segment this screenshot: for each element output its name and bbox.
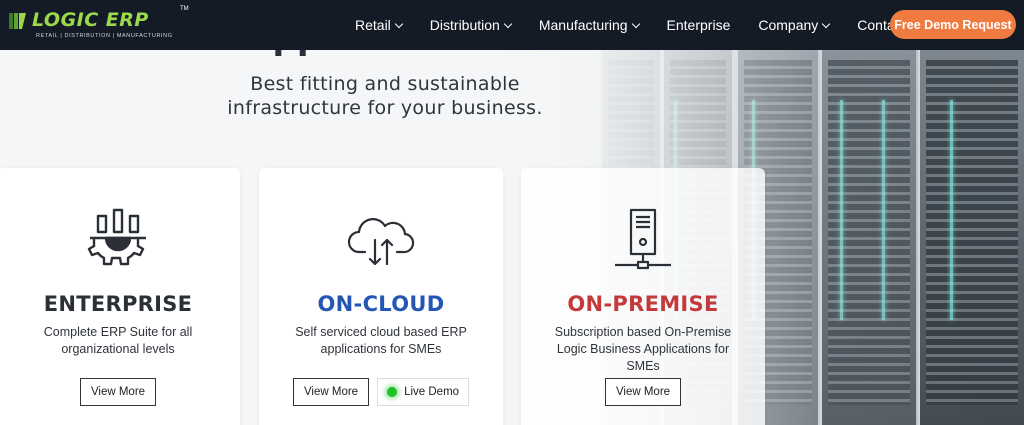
chevron-down-icon	[822, 19, 831, 28]
card-on-cloud: ON-CLOUD Self serviced cloud based ERP a…	[259, 168, 503, 425]
card-on-premise: ON-PREMISE Subscription based On-Premise…	[521, 168, 765, 425]
live-status-dot-icon	[387, 387, 398, 397]
card-buttons: View More Live Demo	[259, 378, 503, 406]
live-demo-button[interactable]: Live Demo	[377, 378, 470, 406]
server-network-icon	[615, 208, 671, 270]
hero-subtitle-line: Best fitting and sustainable	[250, 73, 520, 95]
view-more-button[interactable]: View More	[79, 378, 157, 406]
card-description: Complete ERP Suite for all organizationa…	[16, 324, 220, 358]
nav-label: Distribution	[429, 17, 500, 33]
card-buttons: View More	[521, 378, 765, 406]
card-description-line: Self serviced cloud based ERP	[295, 325, 467, 339]
card-description-line: applications for SMEs	[320, 342, 442, 356]
card-buttons: View More	[0, 378, 240, 406]
live-demo-label: Live Demo	[404, 386, 460, 398]
card-description: Subscription based On-Premise Logic Busi…	[541, 324, 745, 375]
card-title: ON-CLOUD	[317, 292, 445, 316]
nav-item-manufacturing[interactable]: Manufacturing	[538, 17, 640, 33]
nav-label: Enterprise	[666, 17, 731, 33]
card-description-line: Subscription based On-Premise	[554, 325, 732, 339]
chevron-down-icon	[394, 19, 404, 28]
card-description: Self serviced cloud based ERP applicatio…	[279, 324, 483, 358]
card-description-line: Complete ERP Suite for all	[43, 325, 193, 339]
hero-subtitle: Best fitting and sustainable infrastruct…	[220, 72, 550, 120]
logo[interactable]: LOGIC ERP TM RETAIL | DISTRIBUTION | MAN…	[8, 6, 190, 44]
nav-label: Manufacturing	[538, 17, 628, 33]
main-nav: Retail Distribution Manufacturing Enterp…	[355, 0, 952, 50]
nav-item-enterprise[interactable]: Enterprise	[667, 17, 731, 33]
nav-item-distribution[interactable]: Distribution	[429, 17, 513, 33]
view-more-button[interactable]: View More	[292, 378, 370, 406]
trademark: TM	[180, 6, 189, 12]
logo-mark-icon	[9, 13, 26, 29]
chevron-down-icon	[503, 19, 513, 28]
chevron-down-icon	[631, 19, 640, 28]
card-enterprise: ENTERPRISE Complete ERP Suite for all or…	[0, 168, 240, 425]
card-title: ON-PREMISE	[567, 292, 719, 316]
nav-item-company[interactable]: Company	[758, 17, 831, 33]
logo-text: LOGIC ERP	[32, 9, 149, 31]
card-description-line: Logic Business Applications for SMEs	[556, 342, 730, 373]
nav-label: Retail	[355, 17, 391, 33]
nav-item-retail[interactable]: Retail	[355, 17, 404, 33]
top-navigation-bar: LOGIC ERP TM RETAIL | DISTRIBUTION | MAN…	[0, 0, 1024, 50]
hero-subtitle-line: infrastructure for your business.	[227, 97, 543, 119]
free-demo-request-button[interactable]: Free Demo Request	[890, 10, 1016, 39]
logo-tagline: RETAIL | DISTRIBUTION | MANUFACTURING	[36, 33, 173, 39]
card-description-line: organizational levels	[61, 342, 175, 356]
view-more-button[interactable]: View More	[604, 378, 682, 406]
card-title: ENTERPRISE	[43, 292, 193, 316]
nav-label: Company	[758, 17, 819, 33]
enterprise-gear-icon	[87, 208, 146, 266]
cloud-upload-download-icon	[347, 218, 415, 266]
